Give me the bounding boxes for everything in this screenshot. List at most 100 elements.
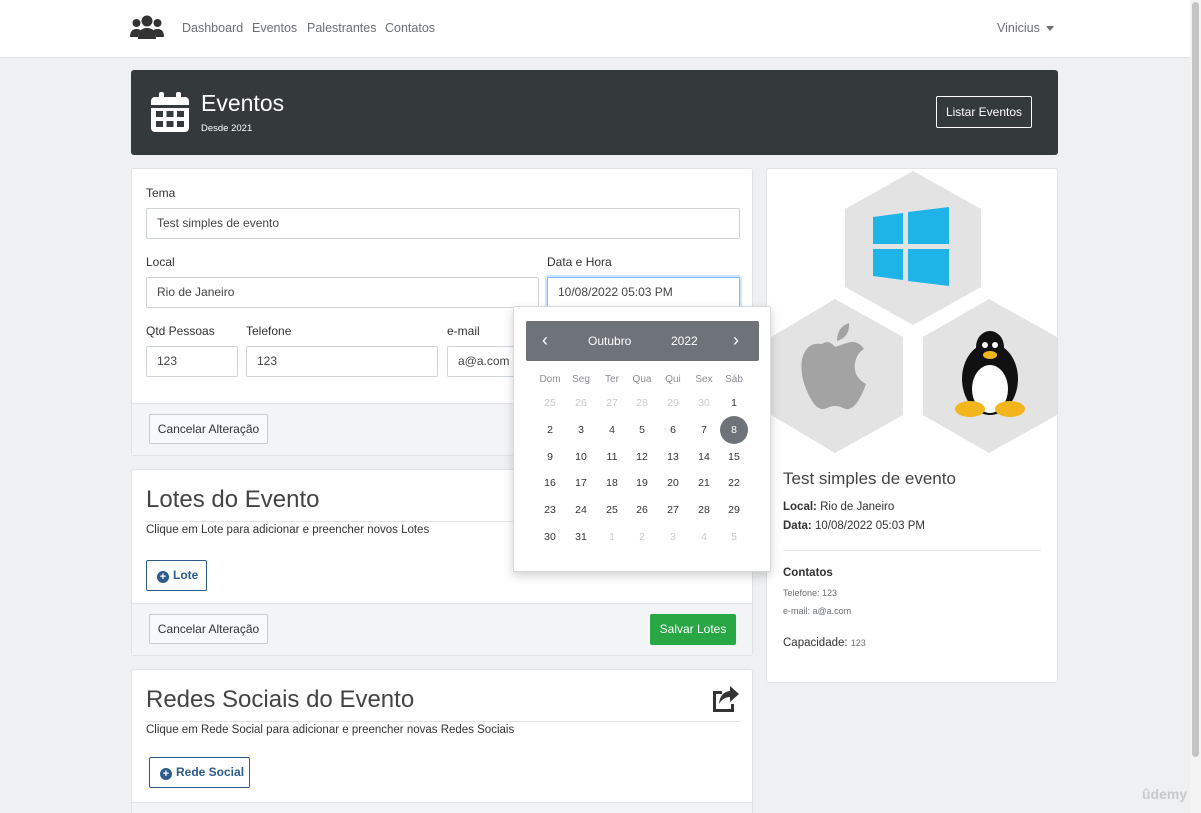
calendar-day[interactable]: 12 (628, 443, 656, 471)
preview-capacidade-value: 123 (850, 638, 866, 648)
data-hora-input[interactable]: 10/08/2022 05:03 PM (547, 277, 740, 308)
calendar-day[interactable]: 1 (720, 389, 748, 417)
calendar-day[interactable]: 3 (659, 523, 687, 551)
calendar-day[interactable]: 10 (567, 443, 595, 471)
calendar-day[interactable]: 9 (536, 443, 564, 471)
weekday-header: Ter (605, 374, 619, 385)
calendar-day[interactable]: 2 (536, 416, 564, 444)
calendar-day[interactable]: 29 (720, 496, 748, 524)
salvar-lotes-button[interactable]: Salvar Lotes (650, 614, 736, 645)
calendar-day[interactable]: 23 (536, 496, 564, 524)
calendar-day[interactable]: 5 (720, 523, 748, 551)
nav-link-contatos[interactable]: Contatos (385, 21, 435, 35)
cancelar-alteracao-button[interactable]: Cancelar Alteração (149, 414, 268, 444)
telefone-label: Telefone (246, 324, 292, 338)
plus-circle-icon: + (160, 768, 172, 780)
add-lote-label: Lote (173, 568, 199, 582)
telefone-input[interactable]: 123 (246, 346, 438, 377)
listar-eventos-button[interactable]: Listar Eventos (936, 96, 1032, 128)
calendar-day[interactable]: 20 (659, 469, 687, 497)
scrollbar[interactable] (1190, 0, 1201, 813)
qtd-pessoas-label: Qtd Pessoas (146, 324, 215, 338)
weekday-header: Sáb (725, 374, 743, 385)
calendar-day[interactable]: 27 (598, 389, 626, 417)
preview-local-label: Local: (783, 501, 817, 513)
calendar-day[interactable]: 25 (598, 496, 626, 524)
add-lote-button[interactable]: + Lote (146, 560, 207, 591)
calendar-day[interactable]: 15 (720, 443, 748, 471)
add-rede-social-button[interactable]: + Rede Social (149, 757, 250, 788)
preview-data-label: Data: (783, 520, 812, 532)
data-hora-label: Data e Hora (547, 255, 612, 269)
lotes-description: Clique em Lote para adicionar e preenche… (146, 524, 430, 536)
calendar-day[interactable]: 31 (567, 523, 595, 551)
scrollbar-thumb[interactable] (1192, 2, 1199, 757)
qtd-pessoas-input[interactable]: 123 (146, 346, 238, 377)
calendar-day[interactable]: 7 (690, 416, 718, 444)
preview-data: Data: 10/08/2022 05:03 PM (783, 520, 925, 532)
share-icon[interactable] (710, 685, 740, 713)
calendar-day[interactable]: 30 (690, 389, 718, 417)
calendar-day[interactable]: 21 (690, 469, 718, 497)
calendar-day[interactable]: 27 (659, 496, 687, 524)
weekday-header: Qua (632, 374, 652, 385)
event-preview-card: Test simples de evento Local: Rio de Jan… (766, 168, 1058, 683)
calendar-day[interactable]: 28 (690, 496, 718, 524)
calendar-day[interactable]: 26 (567, 389, 595, 417)
tema-input[interactable]: Test simples de evento (146, 208, 740, 239)
calendar-day[interactable]: 11 (598, 443, 626, 471)
calendar-day[interactable]: 16 (536, 469, 564, 497)
selected-day[interactable]: 8 (720, 415, 748, 444)
nav-link-eventos[interactable]: Eventos (252, 21, 297, 35)
udemy-watermark: ûdemy (1142, 786, 1188, 802)
nav-link-dashboard[interactable]: Dashboard (182, 21, 243, 35)
calendar-day[interactable]: 14 (690, 443, 718, 471)
preview-local: Local: Rio de Janeiro (783, 501, 894, 513)
event-image[interactable] (767, 169, 1059, 459)
datepicker-year[interactable]: 2022 (671, 334, 698, 348)
calendar-day[interactable]: 3 (567, 416, 595, 444)
preview-email: e-mail: a@a.com (783, 606, 852, 616)
next-month-icon[interactable]: › (733, 331, 739, 349)
email-label: e-mail (447, 324, 480, 338)
preview-capacidade-label: Capacidade: (783, 637, 848, 649)
lotes-cancelar-button[interactable]: Cancelar Alteração (149, 614, 268, 644)
user-name: Vinicius (997, 21, 1040, 35)
navbar: Dashboard Eventos Palestrantes Contatos … (0, 0, 1190, 58)
weekday-header: Qui (665, 374, 681, 385)
calendar-day[interactable]: 18 (598, 469, 626, 497)
calendar-day[interactable]: 1 (598, 523, 626, 551)
datepicker-popup: ‹ Outubro 2022 › Dom Seg Ter Qua Qui Sex Sáb 25… (513, 306, 771, 572)
calendar-day[interactable]: 29 (659, 389, 687, 417)
calendar-day[interactable]: 24 (567, 496, 595, 524)
redes-title: Redes Sociais do Evento (146, 686, 415, 713)
nav-link-palestrantes[interactable]: Palestrantes (307, 21, 376, 35)
preview-data-value: 10/08/2022 05:03 PM (814, 520, 925, 532)
calendar-day[interactable]: 4 (598, 416, 626, 444)
weekday-header: Sex (695, 374, 713, 385)
users-icon[interactable] (130, 14, 164, 40)
calendar-day[interactable]: 6 (659, 416, 687, 444)
prev-month-icon[interactable]: ‹ (542, 331, 548, 349)
weekday-header: Dom (539, 374, 561, 385)
calendar-day[interactable]: 30 (536, 523, 564, 551)
calendar-day[interactable]: 17 (567, 469, 595, 497)
user-menu[interactable]: Vinicius (997, 21, 1054, 35)
page-subtitle: Desde 2021 (201, 123, 253, 134)
calendar-day[interactable]: 28 (628, 389, 656, 417)
local-label: Local (146, 255, 175, 269)
calendar-day[interactable]: 2 (628, 523, 656, 551)
calendar-day[interactable]: 19 (628, 469, 656, 497)
calendar-day[interactable]: 4 (690, 523, 718, 551)
local-input[interactable]: Rio de Janeiro (146, 277, 539, 308)
calendar-day[interactable]: 22 (720, 469, 748, 497)
redes-sociais-card: Redes Sociais do Evento Clique em Rede S… (131, 669, 753, 813)
calendar-day[interactable]: 26 (628, 496, 656, 524)
add-rede-social-label: Rede Social (176, 765, 245, 779)
divider (783, 550, 1041, 551)
preview-local-value: Rio de Janeiro (820, 501, 895, 513)
calendar-day[interactable]: 13 (659, 443, 687, 471)
calendar-day[interactable]: 25 (536, 389, 564, 417)
datepicker-month[interactable]: Outubro (588, 334, 631, 348)
calendar-day[interactable]: 5 (628, 416, 656, 444)
